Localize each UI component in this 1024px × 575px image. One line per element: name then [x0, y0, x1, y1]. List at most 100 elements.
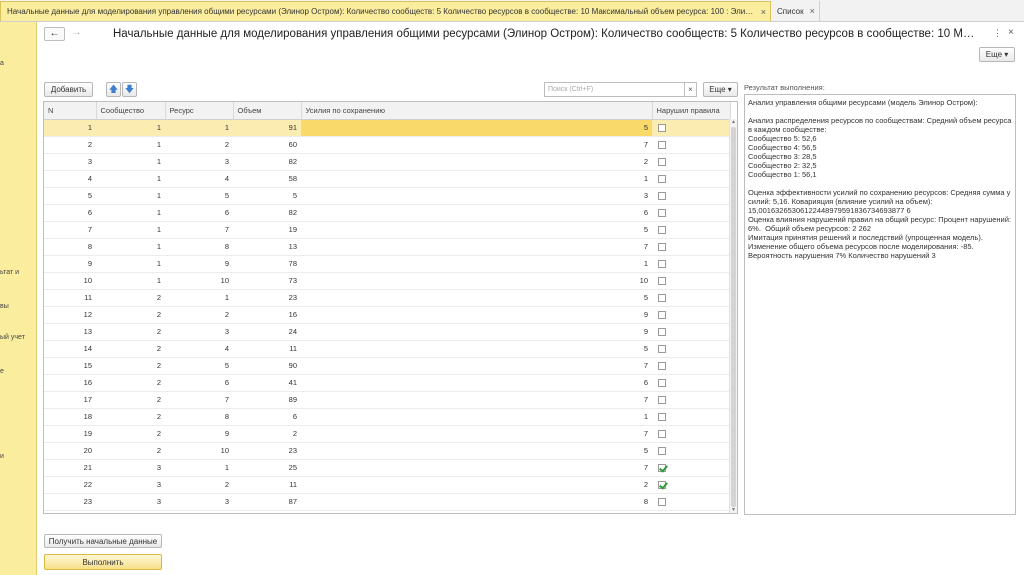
violated-checkbox[interactable]: [658, 430, 666, 438]
table-row[interactable]: 21 3 1 25 7: [44, 459, 730, 477]
violated-checkbox[interactable]: [658, 158, 666, 166]
cell-effort[interactable]: 6: [301, 204, 652, 222]
back-button[interactable]: ←: [44, 27, 65, 41]
cell-volume[interactable]: 23: [233, 289, 301, 307]
cell-community[interactable]: 2: [96, 289, 165, 307]
cell-n[interactable]: 21: [44, 459, 96, 477]
cell-community[interactable]: 2: [96, 425, 165, 443]
cell-community[interactable]: 2: [96, 323, 165, 341]
violated-checkbox[interactable]: [658, 175, 666, 183]
cell-community[interactable]: 3: [96, 493, 165, 511]
table-row[interactable]: 12 2 2 16 9: [44, 306, 730, 324]
violated-checkbox[interactable]: [658, 277, 666, 285]
more-button[interactable]: Еще ▾: [979, 47, 1015, 62]
cell-effort[interactable]: 1: [301, 255, 652, 273]
violated-checkbox[interactable]: [658, 141, 666, 149]
cell-effort[interactable]: 10: [301, 272, 652, 290]
cell-effort[interactable]: 3: [301, 187, 652, 205]
cell-resource[interactable]: 9: [165, 255, 233, 273]
cell-volume[interactable]: 82: [233, 204, 301, 222]
cell-community[interactable]: 1: [96, 170, 165, 188]
scroll-up-icon[interactable]: ▲: [730, 119, 737, 125]
table-row[interactable]: 22 3 2 11 2: [44, 476, 730, 494]
cell-community[interactable]: 1: [96, 255, 165, 273]
cell-volume[interactable]: 6: [233, 408, 301, 426]
violated-checkbox[interactable]: [658, 328, 666, 336]
violated-checkbox[interactable]: [658, 464, 666, 472]
column-header-n[interactable]: N: [44, 102, 97, 120]
cell-effort[interactable]: 2: [301, 153, 652, 171]
cell-volume[interactable]: 87: [233, 493, 301, 511]
cell-effort[interactable]: 2: [301, 476, 652, 494]
cell-n[interactable]: 10: [44, 272, 96, 290]
cell-n[interactable]: 7: [44, 221, 96, 239]
cell-effort[interactable]: 5: [301, 340, 652, 358]
cell-volume[interactable]: 58: [233, 170, 301, 188]
cell-resource[interactable]: 7: [165, 221, 233, 239]
cell-n[interactable]: 22: [44, 476, 96, 494]
cell-volume[interactable]: 11: [233, 476, 301, 494]
sidebar-item[interactable]: е: [0, 368, 4, 375]
sidebar-item[interactable]: и: [0, 453, 4, 460]
cell-volume[interactable]: 2: [233, 425, 301, 443]
cell-resource[interactable]: 9: [165, 425, 233, 443]
tab-initial-data[interactable]: Начальные данные для моделирования управ…: [0, 1, 771, 21]
cell-volume[interactable]: 13: [233, 238, 301, 256]
cell-community[interactable]: 2: [96, 391, 165, 409]
column-header-resource[interactable]: Ресурс: [165, 102, 234, 120]
column-header-effort[interactable]: Усилия по сохранению: [301, 102, 653, 120]
table-more-button[interactable]: Еще ▾: [703, 82, 738, 97]
table-row[interactable]: 1 1 1 91 5: [44, 119, 730, 137]
table-row[interactable]: 18 2 8 6 1: [44, 408, 730, 426]
violated-checkbox[interactable]: [658, 311, 666, 319]
violated-checkbox[interactable]: [658, 209, 666, 217]
cell-resource[interactable]: 3: [165, 323, 233, 341]
cell-n[interactable]: 11: [44, 289, 96, 307]
cell-resource[interactable]: 1: [165, 119, 233, 137]
cell-community[interactable]: 2: [96, 374, 165, 392]
cell-resource[interactable]: 6: [165, 374, 233, 392]
cell-resource[interactable]: 5: [165, 187, 233, 205]
cell-community[interactable]: 1: [96, 119, 165, 137]
violated-checkbox[interactable]: [658, 396, 666, 404]
cell-volume[interactable]: 91: [233, 119, 301, 137]
sidebar-item[interactable]: вы: [0, 303, 9, 310]
cell-n[interactable]: 20: [44, 442, 96, 460]
table-row[interactable]: 11 2 1 23 5: [44, 289, 730, 307]
cell-resource[interactable]: 3: [165, 493, 233, 511]
scrollbar-thumb[interactable]: [731, 127, 736, 507]
violated-checkbox[interactable]: [658, 260, 666, 268]
column-header-violated[interactable]: Нарушил правила: [652, 102, 731, 120]
table-row[interactable]: 8 1 8 13 7: [44, 238, 730, 256]
table-row[interactable]: 15 2 5 90 7: [44, 357, 730, 375]
violated-checkbox[interactable]: [658, 498, 666, 506]
cell-n[interactable]: 1: [44, 119, 96, 137]
column-header-community[interactable]: Сообщество: [96, 102, 166, 120]
cell-community[interactable]: 2: [96, 357, 165, 375]
table-row[interactable]: 6 1 6 82 6: [44, 204, 730, 222]
cell-resource[interactable]: 10: [165, 272, 233, 290]
close-icon[interactable]: ×: [1008, 27, 1014, 38]
move-up-button[interactable]: 🡅: [106, 82, 121, 97]
cell-volume[interactable]: 25: [233, 459, 301, 477]
violated-checkbox[interactable]: [658, 192, 666, 200]
violated-checkbox[interactable]: [658, 243, 666, 251]
table-row[interactable]: 51553: [44, 187, 730, 205]
cell-n[interactable]: 16: [44, 374, 96, 392]
cell-resource[interactable]: 8: [165, 408, 233, 426]
table-row[interactable]: 2 1 2 60 7: [44, 136, 730, 154]
cell-community[interactable]: 1: [96, 187, 165, 205]
violated-checkbox[interactable]: [658, 124, 666, 132]
cell-n[interactable]: 15: [44, 357, 96, 375]
move-down-button[interactable]: 🡇: [122, 82, 137, 97]
cell-community[interactable]: 2: [96, 442, 165, 460]
cell-effort[interactable]: 1: [301, 408, 652, 426]
cell-community[interactable]: 2: [96, 340, 165, 358]
sidebar-item[interactable]: ьтат и: [0, 269, 19, 276]
close-icon[interactable]: ×: [810, 6, 815, 16]
cell-effort[interactable]: 7: [301, 459, 652, 477]
cell-resource[interactable]: 4: [165, 170, 233, 188]
table-scrollbar[interactable]: ▲ ▼: [729, 119, 737, 513]
cell-n[interactable]: 17: [44, 391, 96, 409]
cell-community[interactable]: 3: [96, 476, 165, 494]
